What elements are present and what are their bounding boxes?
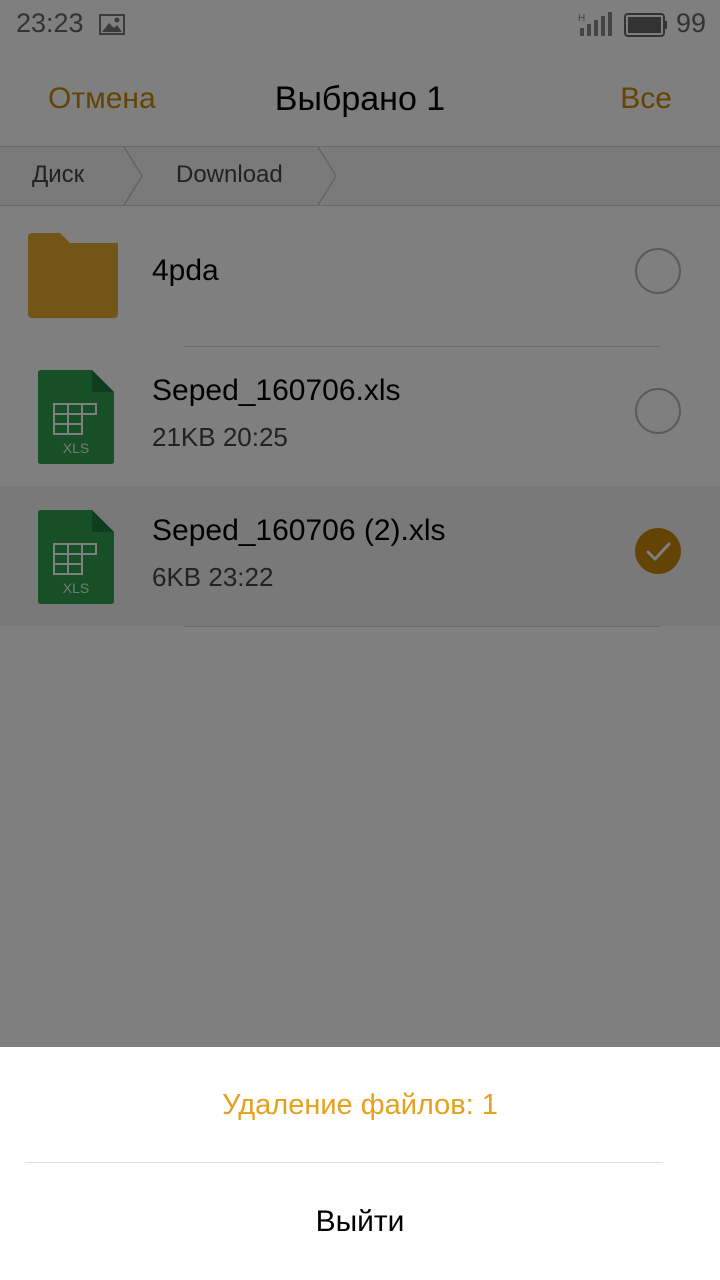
delete-dialog: Удаление файлов: 1 Выйти (0, 1047, 720, 1280)
divider (25, 1162, 663, 1163)
delete-files-button[interactable]: Удаление файлов: 1 (0, 1089, 720, 1122)
exit-button[interactable]: Выйти (0, 1205, 720, 1239)
